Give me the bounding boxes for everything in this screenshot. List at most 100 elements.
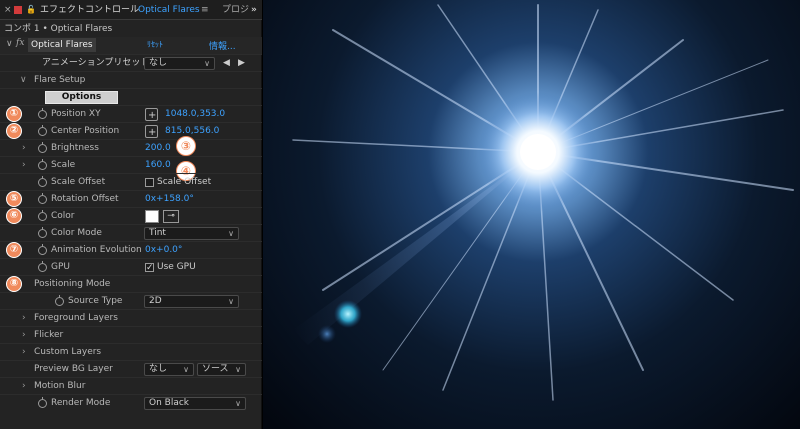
preview-bg-row: Preview BG Layer なし ∨ ソース ∨ bbox=[0, 360, 262, 377]
preset-dropdown[interactable]: なし ∨ bbox=[144, 57, 215, 70]
stopwatch-icon[interactable] bbox=[38, 210, 47, 221]
scale-row: › Scale 160.0 bbox=[0, 156, 262, 173]
expand-chevron-icon[interactable]: › bbox=[22, 327, 26, 344]
use-gpu-checkbox-label: Use GPU bbox=[157, 262, 196, 272]
stopwatch-icon[interactable] bbox=[38, 397, 47, 408]
render-mode-row: Render Mode On Black ∨ bbox=[0, 394, 262, 411]
preset-label: アニメーションプリセット： bbox=[42, 58, 159, 68]
center-position-row: ② Center Position 815.0,556.0 bbox=[0, 122, 262, 141]
source-type-dropdown[interactable]: 2D ∨ bbox=[144, 295, 239, 308]
animation-evolution-label: Animation Evolution bbox=[51, 245, 142, 255]
eyedropper-icon[interactable]: ⊸ bbox=[163, 210, 179, 223]
crosshair-icon[interactable] bbox=[145, 124, 158, 141]
chevron-down-icon: ∨ bbox=[204, 59, 210, 68]
motion-blur-label: Motion Blur bbox=[34, 381, 86, 391]
lock-icon[interactable]: 🔓 bbox=[26, 4, 36, 16]
effect-controls-panel: × 🔓 エフェクトコントロール Optical Flares ≡ プロジ » コ… bbox=[0, 0, 262, 429]
panel-tab-bar: × 🔓 エフェクトコントロール Optical Flares ≡ プロジ » bbox=[0, 0, 262, 20]
custom-layers-row[interactable]: › Custom Layers bbox=[0, 343, 262, 360]
flare-setup-row[interactable]: ∨ Flare Setup bbox=[0, 71, 262, 88]
annotation-badge-1: ① bbox=[6, 106, 22, 122]
preview-bg-dropdown-value: なし bbox=[149, 364, 168, 374]
gpu-row: GPU Use GPU bbox=[0, 258, 262, 277]
rotation-offset-row: ⑤ Rotation Offset 0x+158.0° bbox=[0, 190, 262, 207]
annotation-badge-8: ⑧ bbox=[6, 276, 22, 292]
stopwatch-icon[interactable] bbox=[38, 261, 47, 272]
color-mode-dropdown-value: Tint bbox=[149, 228, 166, 238]
expand-chevron-icon[interactable]: › bbox=[22, 157, 26, 174]
tab-effect-name[interactable]: Optical Flares bbox=[138, 4, 200, 16]
collapse-chevron-icon[interactable]: ∨ bbox=[6, 39, 13, 49]
scale-offset-row: Scale Offset Scale Offset bbox=[0, 173, 262, 190]
preview-bg-source-dropdown[interactable]: ソース ∨ bbox=[197, 363, 246, 376]
composition-viewer[interactable] bbox=[263, 0, 800, 429]
info-link[interactable]: 情報... bbox=[209, 39, 236, 52]
flare-ghost-small bbox=[318, 325, 336, 343]
expand-chevron-icon[interactable]: › bbox=[22, 140, 26, 157]
stopwatch-icon[interactable] bbox=[38, 227, 47, 238]
options-button[interactable]: Options bbox=[45, 91, 118, 104]
expand-chevron-icon[interactable]: › bbox=[22, 310, 26, 327]
chevron-down-icon: ∨ bbox=[235, 365, 241, 374]
scale-offset-checkbox[interactable] bbox=[145, 178, 154, 187]
animation-evolution-value[interactable]: 0x+0.0° bbox=[145, 242, 182, 259]
stopwatch-icon[interactable] bbox=[38, 108, 47, 119]
custom-layers-label: Custom Layers bbox=[34, 347, 102, 357]
flare-ghost bbox=[334, 300, 362, 328]
preview-bg-source-dropdown-value: ソース bbox=[202, 364, 229, 374]
color-label: Color bbox=[51, 211, 75, 221]
tab-effect-controls[interactable]: エフェクトコントロール bbox=[40, 4, 139, 16]
color-mode-dropdown[interactable]: Tint ∨ bbox=[144, 227, 239, 240]
effect-name-label: Optical Flares bbox=[28, 38, 96, 52]
source-type-label: Source Type bbox=[68, 296, 123, 306]
panel-menu-icon[interactable]: ≡ bbox=[201, 4, 209, 16]
expand-chevron-icon[interactable]: › bbox=[22, 344, 26, 361]
stopwatch-icon[interactable] bbox=[38, 193, 47, 204]
fx-toggle-icon[interactable]: fx bbox=[16, 38, 24, 48]
positioning-mode-row: ⑧ Positioning Mode bbox=[0, 275, 262, 292]
stopwatch-icon[interactable] bbox=[38, 176, 47, 187]
source-type-row: Source Type 2D ∨ bbox=[0, 292, 262, 309]
crosshair-icon[interactable] bbox=[145, 107, 158, 124]
render-mode-dropdown[interactable]: On Black ∨ bbox=[144, 397, 246, 410]
foreground-layers-row[interactable]: › Foreground Layers bbox=[0, 309, 262, 326]
expand-chevron-icon[interactable]: › bbox=[22, 378, 26, 395]
stopwatch-icon[interactable] bbox=[38, 159, 47, 170]
flare-setup-label: Flare Setup bbox=[34, 75, 86, 85]
brightness-row: › Brightness 200.0 bbox=[0, 139, 262, 156]
color-swatch[interactable] bbox=[145, 210, 159, 223]
motion-blur-row[interactable]: › Motion Blur bbox=[0, 377, 262, 394]
effect-color-icon bbox=[14, 6, 22, 14]
comp-breadcrumb: コンポ 1 • Optical Flares bbox=[4, 24, 113, 34]
rotation-offset-value[interactable]: 0x+158.0° bbox=[145, 191, 194, 208]
preset-prev-icon[interactable]: ◀ bbox=[223, 55, 230, 72]
gpu-label: GPU bbox=[51, 262, 70, 272]
position-xy-row: ① Position XY 1048.0,353.0 bbox=[0, 105, 262, 124]
preview-bg-label: Preview BG Layer bbox=[34, 364, 113, 374]
render-mode-label: Render Mode bbox=[51, 398, 111, 408]
flicker-row[interactable]: › Flicker bbox=[0, 326, 262, 343]
reset-link[interactable]: ﾘｾｯﾄ bbox=[147, 39, 163, 50]
use-gpu-checkbox[interactable] bbox=[145, 260, 154, 277]
foreground-layers-label: Foreground Layers bbox=[34, 313, 118, 323]
expand-chevron-icon[interactable]: ∨ bbox=[20, 72, 27, 89]
brightness-value[interactable]: 200.0 bbox=[145, 140, 171, 157]
stopwatch-icon[interactable] bbox=[55, 295, 64, 306]
close-tab-icon[interactable]: × bbox=[4, 4, 12, 16]
scale-label: Scale bbox=[51, 160, 76, 170]
preset-next-icon[interactable]: ▶ bbox=[238, 55, 245, 72]
annotation-badge-2: ② bbox=[6, 123, 22, 139]
stopwatch-icon[interactable] bbox=[38, 244, 47, 255]
position-xy-value[interactable]: 1048.0,353.0 bbox=[165, 106, 225, 123]
tab-project[interactable]: プロジ bbox=[222, 4, 249, 16]
preview-bg-dropdown[interactable]: なし ∨ bbox=[144, 363, 194, 376]
flicker-label: Flicker bbox=[34, 330, 64, 340]
chevron-down-icon: ∨ bbox=[228, 229, 234, 238]
animation-evolution-row: ⑦ Animation Evolution 0x+0.0° bbox=[0, 241, 262, 258]
annotation-badge-7: ⑦ bbox=[6, 242, 22, 258]
positioning-mode-label: Positioning Mode bbox=[34, 279, 111, 289]
scale-value[interactable]: 160.0 bbox=[145, 157, 171, 174]
stopwatch-icon[interactable] bbox=[38, 142, 47, 153]
stopwatch-icon[interactable] bbox=[38, 125, 47, 136]
panel-overflow-icon[interactable]: » bbox=[251, 4, 257, 16]
